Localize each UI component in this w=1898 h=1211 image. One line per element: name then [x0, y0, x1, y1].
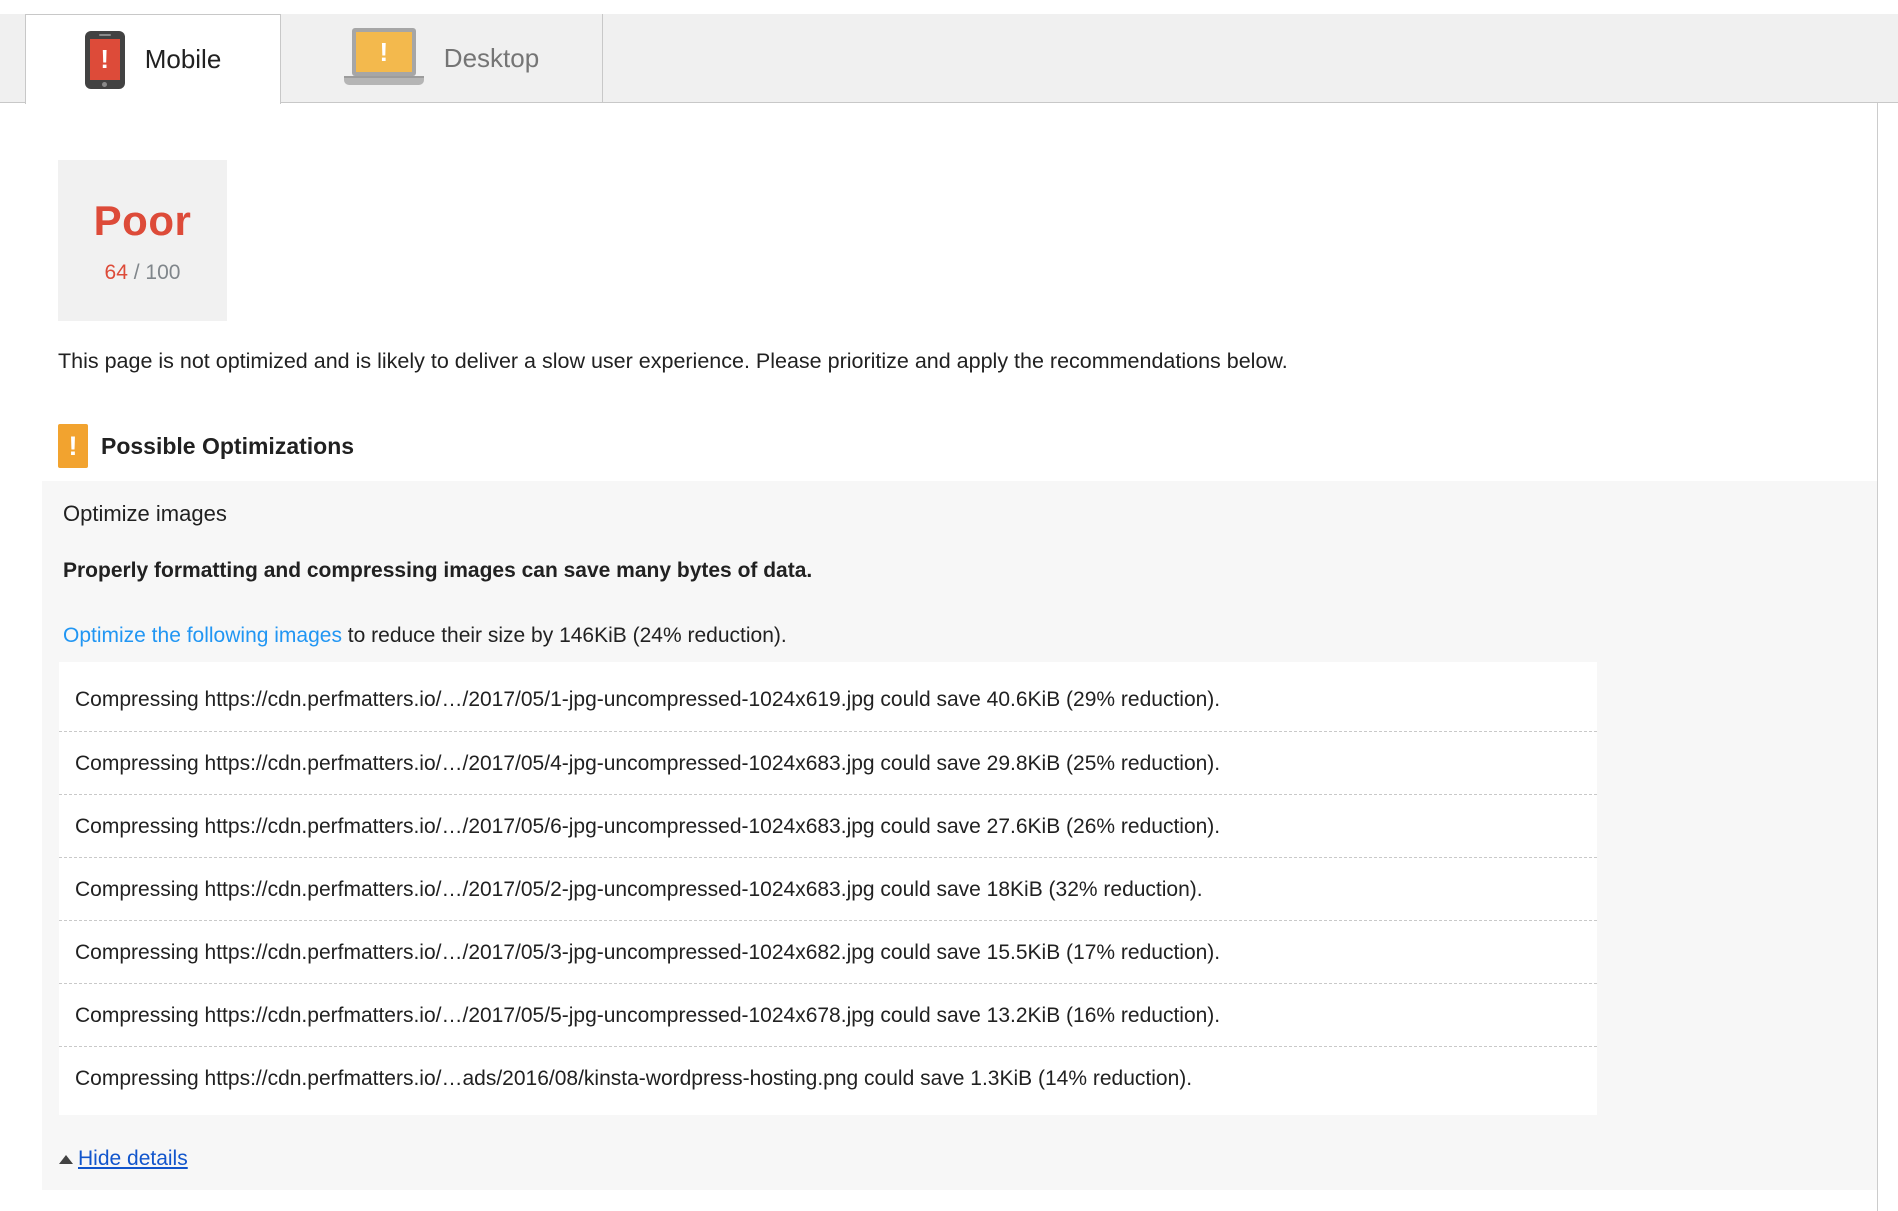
score-fraction: 64 / 100 — [105, 261, 181, 285]
mobile-warning-icon: ! — [85, 31, 125, 89]
image-list-item: Compressing https://cdn.perfmatters.io/…… — [59, 668, 1597, 731]
image-list-item: Compressing https://cdn.perfmatters.io/…… — [59, 857, 1597, 920]
phone-screen: ! — [90, 39, 120, 80]
image-list-item: Compressing https://cdn.perfmatters.io/…… — [59, 1046, 1597, 1109]
hide-details-toggle[interactable]: Hide details — [59, 1147, 188, 1171]
rule-summary-suffix: to reduce their size by 146KiB (24% redu… — [342, 624, 787, 647]
image-list-item: Compressing https://cdn.perfmatters.io/…… — [59, 983, 1597, 1046]
phone-speaker — [99, 34, 111, 36]
rule-summary-line: Optimize the following images to reduce … — [63, 624, 787, 648]
optimize-images-panel: Optimize images Properly formatting and … — [42, 481, 1877, 1190]
image-list-item: Compressing https://cdn.perfmatters.io/…… — [59, 794, 1597, 857]
score-box: Poor 64 / 100 — [58, 160, 227, 321]
warning-icon: ! — [58, 424, 88, 468]
image-list: Compressing https://cdn.perfmatters.io/…… — [59, 662, 1597, 1115]
section-title: Possible Optimizations — [101, 433, 354, 460]
score-rating: Poor — [94, 197, 192, 245]
optimize-images-link[interactable]: Optimize the following images — [63, 624, 342, 647]
possible-optimizations-header: ! Possible Optimizations — [58, 424, 354, 468]
score-max: 100 — [145, 261, 180, 284]
exclamation-glyph: ! — [100, 46, 109, 72]
hide-details-label: Hide details — [78, 1147, 188, 1171]
score-separator: / — [128, 261, 146, 284]
tab-mobile-label: Mobile — [145, 44, 222, 75]
image-list-item: Compressing https://cdn.perfmatters.io/…… — [59, 920, 1597, 983]
summary-text: This page is not optimized and is likely… — [58, 349, 1848, 374]
tab-desktop-label: Desktop — [444, 43, 539, 74]
exclamation-glyph: ! — [379, 39, 388, 65]
score-value: 64 — [105, 261, 128, 284]
tab-mobile[interactable]: ! Mobile — [25, 14, 281, 104]
image-list-item: Compressing https://cdn.perfmatters.io/…… — [59, 731, 1597, 794]
laptop-screen-inner: ! — [356, 32, 412, 72]
rule-title: Optimize images — [63, 501, 227, 527]
laptop-base — [344, 76, 424, 85]
phone-home-button — [102, 82, 107, 87]
collapse-arrow-icon — [59, 1155, 73, 1164]
report-right-border — [1877, 103, 1878, 1211]
rule-description: Properly formatting and compressing imag… — [63, 559, 812, 583]
laptop-screen: ! — [352, 28, 416, 76]
desktop-warning-icon: ! — [344, 28, 424, 90]
tab-desktop[interactable]: ! Desktop — [281, 14, 603, 103]
